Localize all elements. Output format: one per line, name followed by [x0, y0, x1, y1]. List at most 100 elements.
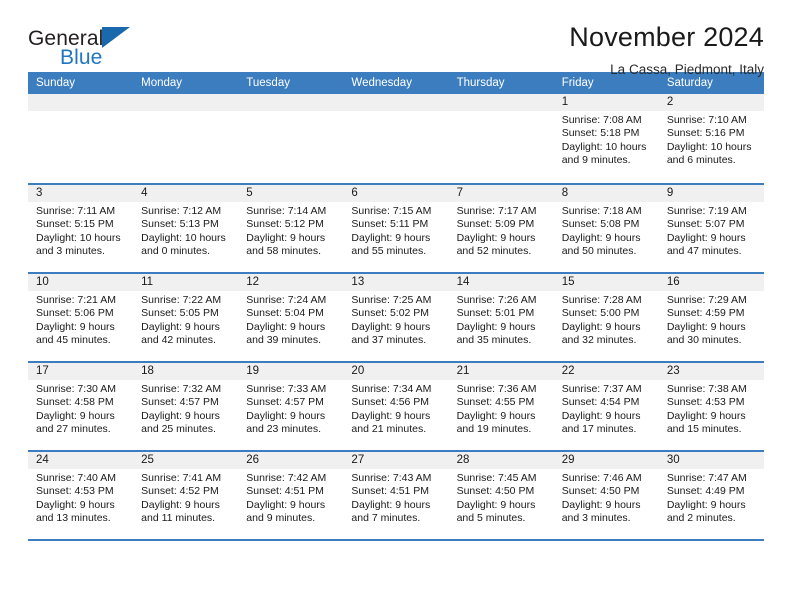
- sunrise-time: Sunrise: 7:17 AM: [456, 205, 537, 217]
- day-cell[interactable]: 25 Sunrise: 7:41 AM Sunset: 4:52 PM Dayligh…: [133, 452, 239, 539]
- day-sun-info: Sunrise: 7:43 AM Sunset: 4:51 PM Daylight:…: [343, 469, 448, 526]
- day-cell[interactable]: 18 Sunrise: 7:32 AM Sunset: 4:57 PM Dayligh…: [133, 363, 239, 450]
- sunrise-time: Sunrise: 7:22 AM: [141, 294, 222, 306]
- weekday-header-thursday: Thursday: [456, 77, 505, 89]
- day-number: 9: [658, 185, 764, 202]
- day-sun-info: Sunrise: 7:15 AM Sunset: 5:11 PM Daylight:…: [343, 202, 448, 259]
- day-number: 14: [448, 274, 554, 291]
- day-cell[interactable]: 1 Sunrise: 7:08 AM Sunset: 5:18 PM Daylight…: [553, 94, 659, 183]
- day-cell[interactable]: 10 Sunrise: 7:21 AM Sunset: 5:06 PM Dayligh…: [28, 274, 134, 361]
- day-cell[interactable]: 3 Sunrise: 7:11 AM Sunset: 5:15 PM Daylight…: [28, 185, 134, 272]
- sunset-time: Sunset: 5:12 PM: [246, 218, 324, 231]
- daylight-duration-line2: and 3 minutes.: [36, 245, 105, 258]
- daylight-duration-line1: Daylight: 9 hours: [666, 409, 746, 422]
- sunrise-time: Sunrise: 7:47 AM: [666, 472, 747, 484]
- daylight-duration-line1: Daylight: 9 hours: [666, 231, 746, 244]
- day-cell-empty: [238, 94, 344, 183]
- sunrise-time: Sunrise: 7:40 AM: [36, 472, 116, 484]
- day-sun-info: Sunrise: 7:37 AM Sunset: 4:54 PM Daylight:…: [554, 380, 659, 437]
- daylight-duration-line2: and 17 minutes.: [561, 423, 637, 436]
- day-cell[interactable]: 30 Sunrise: 7:47 AM Sunset: 4:49 PM Dayligh…: [658, 452, 764, 539]
- sunrise-time: Sunrise: 7:45 AM: [456, 472, 537, 484]
- day-sun-info: Sunrise: 7:32 AM Sunset: 4:57 PM Daylight:…: [133, 380, 238, 437]
- daylight-duration-line2: and 6 minutes.: [666, 154, 736, 167]
- calendar-bottom-rule: [28, 539, 764, 541]
- day-cell[interactable]: 11 Sunrise: 7:22 AM Sunset: 5:05 PM Dayligh…: [133, 274, 239, 361]
- daylight-duration-line2: and 35 minutes.: [456, 334, 532, 347]
- weekday-header-monday: Monday: [141, 77, 183, 89]
- day-number: 28: [448, 452, 554, 469]
- daylight-duration-line1: Daylight: 9 hours: [666, 498, 746, 511]
- sunrise-time: Sunrise: 7:11 AM: [36, 205, 116, 217]
- week-row: 1 Sunrise: 7:08 AM Sunset: 5:18 PM Daylight…: [28, 94, 764, 183]
- day-cell[interactable]: 13 Sunrise: 7:25 AM Sunset: 5:02 PM Dayligh…: [343, 274, 449, 361]
- day-sun-info: Sunrise: 7:25 AM Sunset: 5:02 PM Daylight:…: [343, 291, 448, 348]
- weekday-header-sunday: Sunday: [36, 77, 76, 89]
- daylight-duration-line1: Daylight: 9 hours: [351, 231, 431, 244]
- daylight-duration-line2: and 30 minutes.: [666, 334, 742, 347]
- day-number: 29: [553, 452, 659, 469]
- day-cell[interactable]: 17 Sunrise: 7:30 AM Sunset: 4:58 PM Dayligh…: [28, 363, 134, 450]
- daylight-duration-line2: and 5 minutes.: [456, 512, 526, 525]
- day-number: 5: [238, 185, 344, 202]
- daylight-duration-line2: and 32 minutes.: [561, 334, 637, 347]
- logo-triangle-icon: [102, 27, 130, 48]
- daylight-duration-line1: Daylight: 9 hours: [36, 498, 115, 511]
- day-sun-info: Sunrise: 7:17 AM Sunset: 5:09 PM Daylight:…: [449, 202, 554, 259]
- daylight-duration-line1: Daylight: 9 hours: [351, 320, 431, 333]
- daylight-duration-line1: Daylight: 9 hours: [561, 320, 641, 333]
- day-number: 22: [553, 363, 659, 380]
- day-number: 6: [343, 185, 449, 202]
- daylight-duration-line1: Daylight: 10 hours: [666, 140, 752, 153]
- day-cell[interactable]: 16 Sunrise: 7:29 AM Sunset: 4:59 PM Dayligh…: [658, 274, 764, 361]
- day-cell[interactable]: 22 Sunrise: 7:37 AM Sunset: 4:54 PM Dayligh…: [553, 363, 659, 450]
- sunrise-time: Sunrise: 7:37 AM: [561, 383, 642, 395]
- day-cell[interactable]: 28 Sunrise: 7:45 AM Sunset: 4:50 PM Dayligh…: [448, 452, 554, 539]
- day-cell[interactable]: 7 Sunrise: 7:17 AM Sunset: 5:09 PM Daylight…: [448, 185, 554, 272]
- sunrise-time: Sunrise: 7:25 AM: [351, 294, 432, 306]
- day-cell[interactable]: 29 Sunrise: 7:46 AM Sunset: 4:50 PM Dayligh…: [553, 452, 659, 539]
- daylight-duration-line2: and 47 minutes.: [666, 245, 742, 258]
- day-cell[interactable]: 15 Sunrise: 7:28 AM Sunset: 5:00 PM Dayligh…: [553, 274, 659, 361]
- day-sun-info: Sunrise: 7:38 AM Sunset: 4:53 PM Daylight:…: [659, 380, 764, 437]
- day-cell[interactable]: 6 Sunrise: 7:15 AM Sunset: 5:11 PM Daylight…: [343, 185, 449, 272]
- day-number: 24: [28, 452, 134, 469]
- daylight-duration-line1: Daylight: 9 hours: [36, 320, 115, 333]
- day-sun-info: Sunrise: 7:12 AM Sunset: 5:13 PM Daylight:…: [133, 202, 238, 259]
- sunrise-time: Sunrise: 7:32 AM: [141, 383, 222, 395]
- sunset-time: Sunset: 4:54 PM: [561, 396, 640, 409]
- day-sun-info: Sunrise: 7:34 AM Sunset: 4:56 PM Daylight:…: [343, 380, 448, 437]
- day-cell[interactable]: 14 Sunrise: 7:26 AM Sunset: 5:01 PM Dayligh…: [448, 274, 554, 361]
- day-cell[interactable]: 19 Sunrise: 7:33 AM Sunset: 4:57 PM Dayligh…: [238, 363, 344, 450]
- day-cell[interactable]: 5 Sunrise: 7:14 AM Sunset: 5:12 PM Daylight…: [238, 185, 344, 272]
- day-cell[interactable]: 2 Sunrise: 7:10 AM Sunset: 5:16 PM Daylight…: [658, 94, 764, 183]
- day-cell[interactable]: 24 Sunrise: 7:40 AM Sunset: 4:53 PM Dayligh…: [28, 452, 134, 539]
- day-cell[interactable]: 4 Sunrise: 7:12 AM Sunset: 5:13 PM Daylight…: [133, 185, 239, 272]
- day-sun-info: Sunrise: 7:41 AM Sunset: 4:52 PM Daylight:…: [133, 469, 238, 526]
- day-cell[interactable]: 23 Sunrise: 7:38 AM Sunset: 4:53 PM Dayligh…: [658, 363, 764, 450]
- general-blue-logo[interactable]: General Blue: [28, 22, 148, 70]
- sunset-time: Sunset: 5:04 PM: [246, 307, 324, 320]
- weekday-header-friday: Friday: [561, 77, 594, 89]
- sunrise-time: Sunrise: 7:12 AM: [141, 205, 222, 217]
- day-sun-info: Sunrise: 7:40 AM Sunset: 4:53 PM Daylight:…: [28, 469, 133, 526]
- day-cell[interactable]: 9 Sunrise: 7:19 AM Sunset: 5:07 PM Daylight…: [658, 185, 764, 272]
- daylight-duration-line1: Daylight: 9 hours: [141, 498, 220, 511]
- week-row: 3 Sunrise: 7:11 AM Sunset: 5:15 PM Daylight…: [28, 183, 764, 272]
- day-sun-info: Sunrise: 7:18 AM Sunset: 5:08 PM Daylight:…: [554, 202, 659, 259]
- day-cell[interactable]: 27 Sunrise: 7:43 AM Sunset: 4:51 PM Dayligh…: [343, 452, 449, 539]
- day-cell[interactable]: 8 Sunrise: 7:18 AM Sunset: 5:08 PM Daylight…: [553, 185, 659, 272]
- day-cell[interactable]: 21 Sunrise: 7:36 AM Sunset: 4:55 PM Dayligh…: [448, 363, 554, 450]
- day-cell[interactable]: 26 Sunrise: 7:42 AM Sunset: 4:51 PM Dayligh…: [238, 452, 344, 539]
- day-number: 19: [238, 363, 344, 380]
- day-number: 23: [658, 363, 764, 380]
- day-cell[interactable]: 12 Sunrise: 7:24 AM Sunset: 5:04 PM Dayligh…: [238, 274, 344, 361]
- sunset-time: Sunset: 4:53 PM: [666, 396, 745, 409]
- sunset-time: Sunset: 5:16 PM: [666, 127, 745, 140]
- sunrise-time: Sunrise: 7:33 AM: [246, 383, 327, 395]
- daylight-duration-line2: and 0 minutes.: [141, 245, 211, 258]
- day-number: 15: [553, 274, 659, 291]
- daylight-duration-line2: and 27 minutes.: [36, 423, 111, 436]
- day-cell[interactable]: 20 Sunrise: 7:34 AM Sunset: 4:56 PM Dayligh…: [343, 363, 449, 450]
- daylight-duration-line1: Daylight: 10 hours: [561, 140, 647, 153]
